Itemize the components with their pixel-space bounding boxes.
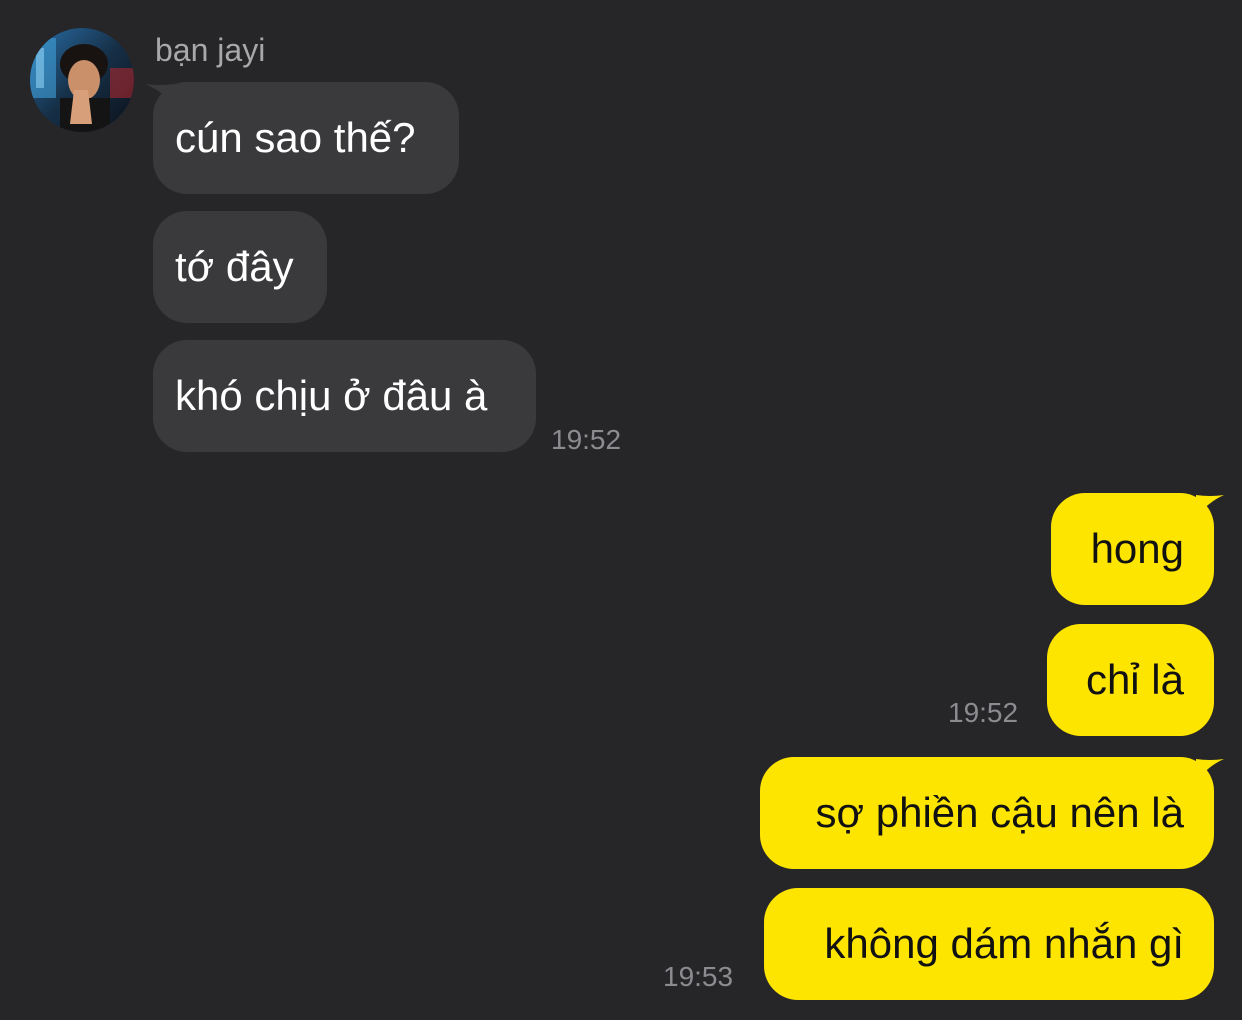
chat-area: bạn jayi cún sao thế? tớ đây khó chịu ở … — [0, 0, 1242, 1020]
message-text: hong — [1090, 525, 1184, 572]
sender-name: bạn jayi — [155, 32, 266, 68]
outgoing-message-bubble[interactable]: hong — [1051, 493, 1214, 605]
message-text: khó chịu ở đâu à — [175, 372, 488, 419]
incoming-message-bubble[interactable]: tớ đây — [153, 211, 327, 323]
message-timestamp: 19:52 — [551, 424, 622, 455]
avatar[interactable] — [30, 28, 134, 132]
message-timestamp: 19:52 — [948, 697, 1019, 728]
avatar-photo-icon — [30, 28, 134, 132]
incoming-message-bubble[interactable]: cún sao thế? — [153, 82, 459, 194]
incoming-message-bubble[interactable]: khó chịu ở đâu à — [153, 340, 536, 452]
outgoing-message-bubble[interactable]: sợ phiền cậu nên là — [760, 757, 1214, 869]
message-text: không dám nhắn gì — [824, 920, 1184, 967]
message-text: cún sao thế? — [175, 114, 416, 161]
message-timestamp: 19:53 — [663, 961, 734, 992]
outgoing-message-bubble[interactable]: không dám nhắn gì — [764, 888, 1214, 1000]
message-text: sợ phiền cậu nên là — [815, 789, 1184, 836]
message-text: tớ đây — [175, 243, 294, 290]
outgoing-message-bubble[interactable]: chỉ là — [1047, 624, 1214, 736]
message-text: chỉ là — [1085, 656, 1184, 703]
